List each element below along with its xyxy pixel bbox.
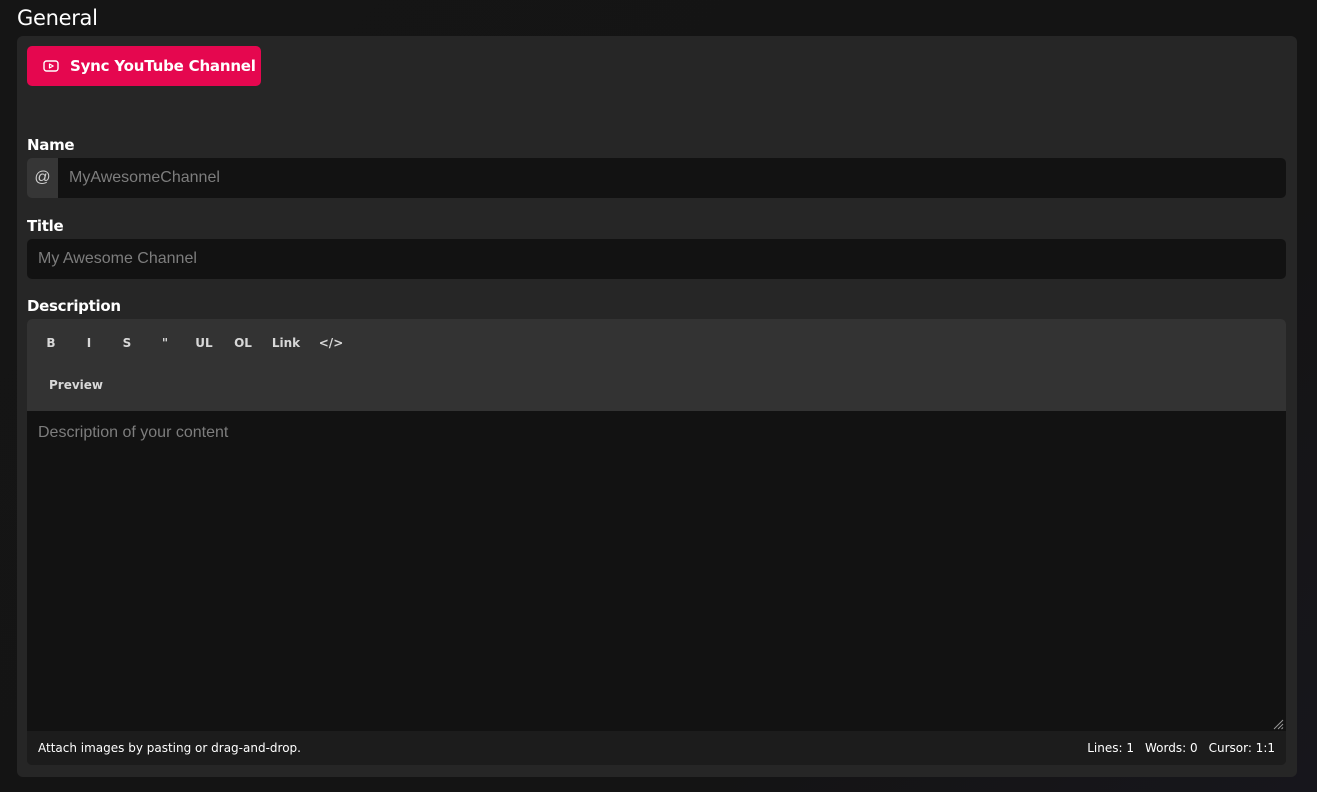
editor-toolbar: B I S " UL OL Link </> Preview: [27, 319, 1286, 411]
title-input[interactable]: [27, 239, 1286, 279]
name-label: Name: [27, 136, 75, 154]
formatting-buttons: B I S " UL OL Link </>: [37, 331, 357, 355]
sync-button-label: Sync YouTube Channel: [70, 57, 256, 75]
words-count: Words: 0: [1145, 741, 1198, 755]
name-input-group: @: [27, 158, 1286, 198]
attach-images-hint: Attach images by pasting or drag-and-dro…: [38, 741, 301, 755]
description-label: Description: [27, 297, 121, 315]
unordered-list-button[interactable]: UL: [189, 331, 219, 355]
lines-count: Lines: 1: [1087, 741, 1134, 755]
title-input-group: [27, 239, 1286, 279]
italic-button[interactable]: I: [65, 331, 113, 355]
youtube-icon: [43, 60, 59, 72]
editor-statusbar: Attach images by pasting or drag-and-dro…: [27, 731, 1286, 765]
resize-handle-icon[interactable]: [1272, 717, 1284, 730]
preview-tab[interactable]: Preview: [39, 373, 113, 397]
general-panel: Sync YouTube Channel Name @ Title Descri…: [17, 36, 1297, 777]
quote-button[interactable]: ": [141, 331, 189, 355]
strikethrough-button[interactable]: S: [113, 331, 141, 355]
link-button[interactable]: Link: [267, 331, 305, 355]
description-textarea[interactable]: [27, 411, 1286, 731]
name-input[interactable]: [58, 158, 1286, 198]
cursor-position: Cursor: 1:1: [1208, 741, 1275, 755]
ordered-list-button[interactable]: OL: [219, 331, 267, 355]
title-label: Title: [27, 217, 64, 235]
sync-youtube-channel-button[interactable]: Sync YouTube Channel: [27, 46, 261, 86]
code-button[interactable]: </>: [305, 331, 357, 355]
bold-button[interactable]: B: [37, 331, 65, 355]
markdown-editor: B I S " UL OL Link </> Preview Attach im…: [27, 319, 1286, 765]
section-title: General: [17, 6, 98, 30]
at-prefix: @: [27, 158, 58, 198]
editor-stats: Lines: 1 Words: 0 Cursor: 1:1: [1087, 741, 1275, 755]
